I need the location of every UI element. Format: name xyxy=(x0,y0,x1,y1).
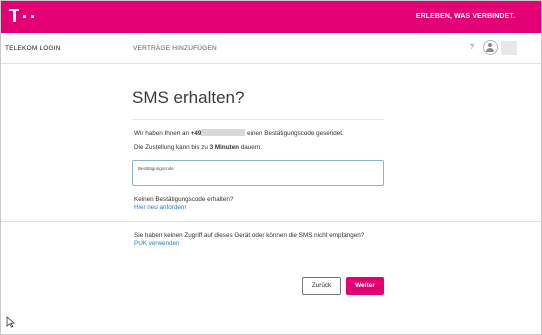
nav-bar: TELEKOM LOGIN VERTRÄGE HINZUFÜGEN ? xyxy=(1,33,541,64)
next-button[interactable]: Weiter xyxy=(346,277,384,295)
code-input[interactable] xyxy=(138,172,376,182)
code-field-label: Bestätigungscode xyxy=(138,166,174,171)
telekom-logo[interactable] xyxy=(9,7,45,25)
user-icon-body xyxy=(486,48,494,52)
logo-dot xyxy=(31,15,34,18)
help-icon[interactable]: ? xyxy=(470,44,474,51)
page-title: SMS erhalten? xyxy=(132,88,245,107)
user-icon-head xyxy=(488,43,492,47)
back-button[interactable]: Zurück xyxy=(302,277,341,295)
divider xyxy=(1,221,541,222)
use-puk-link[interactable]: PUK verwenden xyxy=(134,240,180,247)
sent-suffix: einen Bestätigungscode gesendet. xyxy=(245,130,344,137)
header-bar: ERLEBEN, WAS VERBINDET. xyxy=(1,1,541,33)
sent-prefix: Wir haben Ihnen an xyxy=(134,130,191,137)
no-access-question: Sie haben keinen Zugriff auf dieses Gerä… xyxy=(134,232,365,239)
logo-dot xyxy=(23,15,26,18)
resend-code-link[interactable]: Hier neu anfordern xyxy=(134,204,187,211)
sent-info-text: Wir haben Ihnen an +49 einen Bestätigung… xyxy=(134,129,344,137)
delivery-prefix: Die Zustellung kann bis zu xyxy=(134,144,210,151)
no-code-question: Keinen Bestätigungscode erhalten? xyxy=(134,196,234,203)
user-icon[interactable] xyxy=(483,40,498,55)
logo-t-stem xyxy=(13,9,16,22)
divider xyxy=(132,119,384,120)
mouse-cursor-icon xyxy=(6,316,15,328)
masked-phone-number xyxy=(201,129,246,136)
code-field[interactable]: Bestätigungscode xyxy=(132,160,384,186)
phone-prefix: +49 xyxy=(190,130,202,137)
user-name-box[interactable] xyxy=(501,41,517,55)
nav-telekom-login[interactable]: TELEKOM LOGIN xyxy=(5,45,61,52)
header-slogan: ERLEBEN, WAS VERBINDET. xyxy=(415,13,515,20)
delivery-info-text: Die Zustellung kann bis zu 3 Minuten dau… xyxy=(134,144,262,151)
delivery-time: 3 Minuten xyxy=(209,144,239,151)
nav-add-contracts[interactable]: VERTRÄGE HINZUFÜGEN xyxy=(133,45,217,52)
delivery-suffix: dauern. xyxy=(239,144,263,151)
